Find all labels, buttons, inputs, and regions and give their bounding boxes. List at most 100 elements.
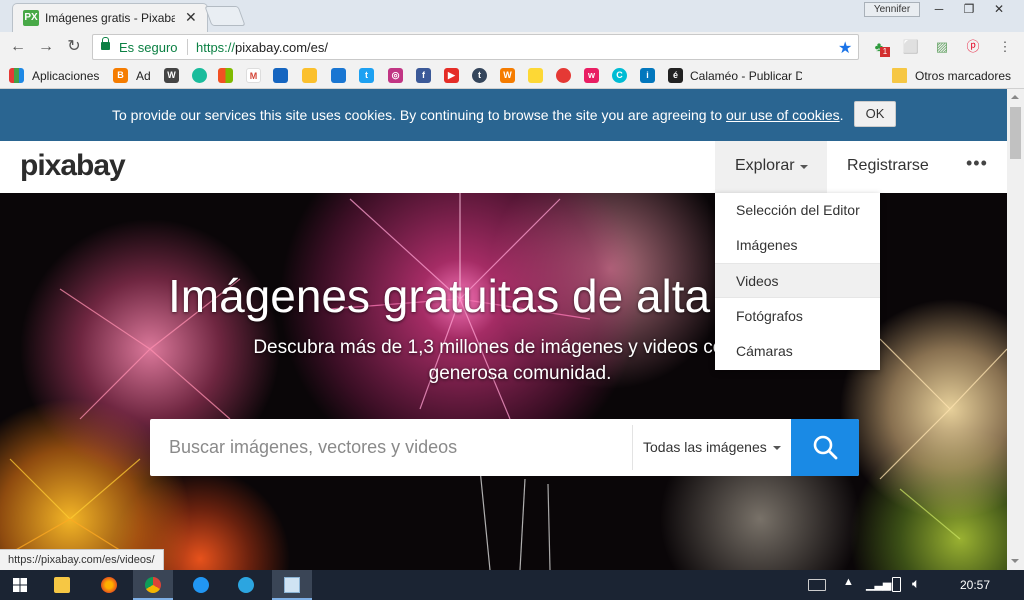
bookmark-other[interactable]: Otros marcadores	[915, 69, 1011, 83]
twitter-icon[interactable]: t	[359, 68, 374, 83]
search-input[interactable]	[150, 419, 632, 476]
microsoft-icon[interactable]	[218, 68, 233, 83]
cookie-text-end: .	[839, 107, 844, 123]
notepad-button[interactable]	[272, 570, 312, 600]
explore-menu-button[interactable]: Explorar	[715, 141, 827, 193]
more-menu-icon[interactable]: •••	[966, 153, 988, 174]
windows-logo-icon	[13, 578, 27, 592]
new-tab-button[interactable]	[204, 6, 246, 26]
link-status-bar: https://pixabay.com/es/videos/	[0, 549, 164, 570]
network-icon[interactable]: ▁▃▅	[866, 578, 891, 591]
cookie-banner: To provide our services this site uses c…	[0, 89, 1007, 141]
bookmark-blue-icon[interactable]	[273, 68, 288, 83]
cookie-text: To provide our services this site uses c…	[112, 107, 726, 123]
blogger-icon[interactable]: B	[113, 68, 128, 83]
firefox-icon	[101, 577, 117, 593]
messenger-button[interactable]	[181, 570, 221, 600]
address-bar[interactable]: Es seguro https://pixabay.com/es/ ★	[92, 34, 859, 60]
scroll-up-icon[interactable]	[1011, 95, 1019, 99]
start-button[interactable]	[0, 570, 40, 600]
lock-icon	[101, 37, 110, 50]
close-tab-icon[interactable]: ✕	[185, 9, 197, 26]
url-text[interactable]: https://pixabay.com/es/	[196, 40, 328, 55]
pdf-extension-icon[interactable]: ⬜	[902, 38, 920, 56]
pixabay-logo[interactable]: pixabay	[20, 149, 126, 183]
extension-badge: 1	[880, 47, 890, 57]
scroll-down-icon[interactable]	[1011, 559, 1019, 563]
bookmark-pink-icon[interactable]: w	[584, 68, 599, 83]
telegram-button[interactable]	[226, 570, 266, 600]
wattpad-icon[interactable]: W	[500, 68, 515, 83]
youtube-icon[interactable]: ▶	[444, 68, 459, 83]
profile-button[interactable]: Yennifer	[864, 2, 920, 17]
explore-dropdown: Selección del Editor Imágenes Videos Fot…	[715, 193, 880, 370]
apps-icon[interactable]	[9, 68, 24, 83]
instagram-icon[interactable]: ◎	[388, 68, 403, 83]
tray-chevron-icon[interactable]: ▲	[843, 576, 854, 588]
back-arrow-icon[interactable]: ←	[8, 37, 28, 57]
bookmarks-bar: Aplicaciones B Ad W M t ◎ f ▶ t W w C i …	[0, 62, 1024, 89]
search-icon	[813, 435, 838, 460]
green-circle-icon[interactable]	[192, 68, 207, 83]
tab-title: Imágenes gratis - Pixabay	[45, 11, 175, 25]
dropdown-item-editor-choice[interactable]: Selección del Editor	[715, 193, 880, 228]
calameo-icon[interactable]: é	[668, 68, 683, 83]
messenger-icon	[193, 577, 209, 593]
telegram-icon	[238, 577, 254, 593]
pixabay-page: To provide our services this site uses c…	[0, 89, 1007, 570]
facebook-icon[interactable]: f	[416, 68, 431, 83]
bookmark-apps[interactable]: Aplicaciones	[32, 69, 99, 83]
bookmark-doc-icon[interactable]	[331, 68, 346, 83]
browser-titlebar: PX Imágenes gratis - Pixabay ✕ Yennifer …	[0, 0, 1024, 32]
gmail-icon[interactable]: M	[246, 68, 261, 83]
chrome-icon	[145, 577, 161, 593]
canva-icon[interactable]: C	[612, 68, 627, 83]
folder-icon[interactable]	[892, 68, 907, 83]
caret-down-icon	[772, 446, 781, 451]
dropdown-item-images[interactable]: Imágenes	[715, 228, 880, 263]
extension-icon[interactable]: ♣ 1	[870, 38, 890, 57]
search-button[interactable]	[791, 419, 859, 476]
dropdown-item-cameras[interactable]: Cámaras	[715, 334, 880, 369]
ibb-icon[interactable]: i	[640, 68, 655, 83]
cookie-ok-button[interactable]: OK	[854, 101, 896, 127]
reload-icon[interactable]: ↻	[64, 37, 84, 57]
page-scrollbar[interactable]	[1007, 89, 1024, 570]
bookmark-star-icon[interactable]: ★	[838, 38, 852, 58]
cookie-policy-link[interactable]: our use of cookies	[726, 107, 840, 123]
omnibox-separator	[187, 39, 188, 55]
volume-icon[interactable]: 🔈︎	[912, 575, 920, 592]
url-scheme: https://	[196, 40, 236, 55]
bookmark-ad[interactable]: Ad	[136, 69, 151, 83]
register-link[interactable]: Registrarse	[847, 157, 929, 175]
cookie-message: To provide our services this site uses c…	[112, 107, 844, 123]
windows-taskbar: ▲ ▁▃▅ 🔈︎ 20:57	[0, 570, 1024, 600]
notepad-icon	[284, 577, 300, 593]
bookmark-yellow-icon[interactable]	[302, 68, 317, 83]
wp-icon[interactable]: W	[164, 68, 179, 83]
secure-label: Es seguro	[119, 40, 178, 55]
close-window-icon[interactable]: ✕	[984, 0, 1014, 18]
keyboard-icon[interactable]	[808, 579, 826, 591]
bookmark-red-icon[interactable]	[556, 68, 571, 83]
restore-icon[interactable]: ❐	[954, 0, 984, 18]
dropdown-item-photographers[interactable]: Fotógrafos	[715, 299, 880, 334]
tumblr-icon[interactable]: t	[472, 68, 487, 83]
image-extension-icon[interactable]: ▨	[933, 38, 951, 56]
bookmark-yellow2-icon[interactable]	[528, 68, 543, 83]
chrome-button[interactable]	[133, 570, 173, 600]
scroll-thumb[interactable]	[1010, 107, 1021, 159]
bookmark-calameo[interactable]: Calaméo - Publicar D	[690, 69, 802, 83]
forward-arrow-icon[interactable]: →	[36, 37, 56, 57]
file-explorer-button[interactable]	[42, 570, 82, 600]
minimize-icon[interactable]: ─	[924, 0, 954, 18]
search-type-select[interactable]: Todas las imágenes	[643, 439, 781, 455]
battery-icon[interactable]	[892, 577, 901, 592]
chrome-menu-icon[interactable]: ⋮	[996, 38, 1014, 56]
browser-tab[interactable]: PX Imágenes gratis - Pixabay ✕	[12, 3, 208, 32]
firefox-button[interactable]	[89, 570, 129, 600]
clock[interactable]: 20:57	[960, 578, 990, 592]
site-header: pixabay Explorar Registrarse •••	[0, 141, 1007, 193]
pinterest-extension-icon[interactable]: ⓟ	[964, 38, 982, 56]
dropdown-item-videos[interactable]: Videos	[715, 263, 880, 298]
